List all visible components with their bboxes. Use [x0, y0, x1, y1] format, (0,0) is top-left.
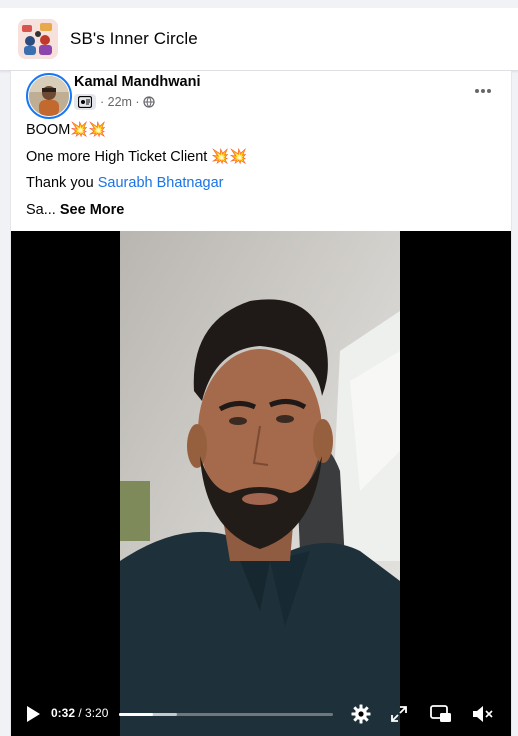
globe-icon: [142, 96, 155, 108]
picture-in-picture-button[interactable]: [429, 702, 453, 726]
progress-played: [119, 713, 154, 716]
group-title[interactable]: SB's Inner Circle: [70, 29, 198, 49]
settings-button[interactable]: [349, 702, 373, 726]
group-avatar[interactable]: [18, 19, 58, 59]
post-line-2: One more High Ticket Client 💥💥: [26, 149, 248, 165]
duration: / 3:20: [75, 706, 109, 720]
video-controls: 0:32 / 3:20: [11, 692, 511, 736]
ellipsis-icon: [475, 89, 491, 93]
see-more-link[interactable]: See More: [60, 202, 124, 218]
post-line-3: Thank you Saurabh Bhatnagar: [26, 174, 224, 192]
gear-icon: [351, 704, 371, 724]
video-frame[interactable]: [120, 231, 400, 736]
post-line-3-prefix: Thank you: [26, 175, 98, 191]
more-options-button[interactable]: [469, 79, 497, 103]
post-meta: · 22m ·: [74, 93, 155, 111]
post-line-4: Sa... See More: [26, 201, 124, 219]
progress-bar[interactable]: [119, 713, 333, 716]
volume-button[interactable]: [471, 702, 495, 726]
fullscreen-button[interactable]: [387, 702, 411, 726]
author-name[interactable]: Kamal Mandhwani: [74, 74, 201, 90]
post-line-4-prefix: Sa...: [26, 202, 60, 218]
play-button[interactable]: [21, 702, 45, 726]
video-player[interactable]: 0:32 / 3:20: [11, 231, 511, 736]
author-avatar[interactable]: [26, 73, 72, 119]
group-header: SB's Inner Circle: [0, 8, 518, 71]
current-time: 0:32: [51, 706, 76, 720]
picture-in-picture-icon: [430, 705, 451, 722]
mention-link[interactable]: Saurabh Bhatnagar: [98, 175, 224, 191]
expand-icon: [391, 706, 407, 722]
post-time[interactable]: · 22m ·: [100, 95, 140, 109]
play-icon: [27, 706, 40, 722]
muted-speaker-icon: [473, 706, 493, 722]
time-readout: 0:32 / 3:20: [51, 706, 108, 720]
post-card: Kamal Mandhwani · 22m · BOOM💥💥 One more …: [10, 71, 512, 736]
post-line-1: BOOM💥💥: [26, 122, 107, 138]
member-badge-icon[interactable]: [74, 94, 96, 110]
